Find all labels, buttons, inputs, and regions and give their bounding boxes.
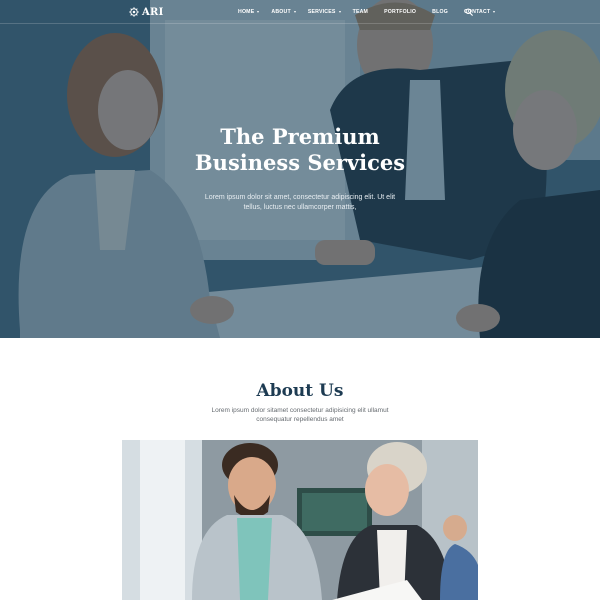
- brand-name: ARI: [142, 6, 164, 18]
- hero-title-line1: The Premium: [220, 124, 380, 149]
- nav-item-portfolio[interactable]: PORTFOLIO: [384, 9, 416, 15]
- chevron-down-icon: [493, 11, 496, 13]
- search-icon[interactable]: [465, 8, 473, 16]
- nav-item-about[interactable]: ABOUT: [271, 9, 296, 15]
- nav-item-label: PORTFOLIO: [384, 9, 417, 15]
- chevron-down-icon: [257, 11, 260, 13]
- nav-divider: [0, 23, 600, 24]
- nav-item-home[interactable]: HOME: [238, 9, 260, 15]
- nav-item-label: TEAM: [352, 9, 369, 15]
- nav-item-label: HOME: [238, 9, 255, 15]
- nav-item-label: ABOUT: [271, 9, 291, 15]
- hero-title-line2: Business Services: [194, 150, 406, 175]
- about-subtitle: Lorem ipsum dolor sitamet consectetur ad…: [211, 407, 389, 423]
- nav-item-label: SERVICES: [307, 9, 336, 15]
- brand-logo[interactable]: ARI: [129, 5, 164, 19]
- hero-section: ARI HOME ABOUT SERVICES TEAM PORTFOLIO B…: [0, 0, 600, 338]
- nav-item-label: BLOG: [432, 9, 448, 15]
- gear-logo-icon: [129, 7, 139, 17]
- main-menu: HOME ABOUT SERVICES TEAM PORTFOLIO BLOG …: [238, 0, 496, 24]
- nav-item-blog[interactable]: BLOG: [432, 9, 448, 15]
- hero-title: The Premium Business Services: [0, 124, 600, 176]
- chevron-down-icon: [338, 11, 341, 13]
- hero-subtitle: Lorem ipsum dolor sit amet, consectetur …: [204, 194, 396, 211]
- about-team-photo: [122, 440, 478, 600]
- nav-item-services[interactable]: SERVICES: [308, 9, 341, 15]
- nav-item-team[interactable]: TEAM: [353, 9, 369, 15]
- about-title: About Us: [256, 381, 344, 401]
- top-navigation: ARI HOME ABOUT SERVICES TEAM PORTFOLIO B…: [0, 0, 600, 24]
- chevron-down-icon: [293, 11, 296, 13]
